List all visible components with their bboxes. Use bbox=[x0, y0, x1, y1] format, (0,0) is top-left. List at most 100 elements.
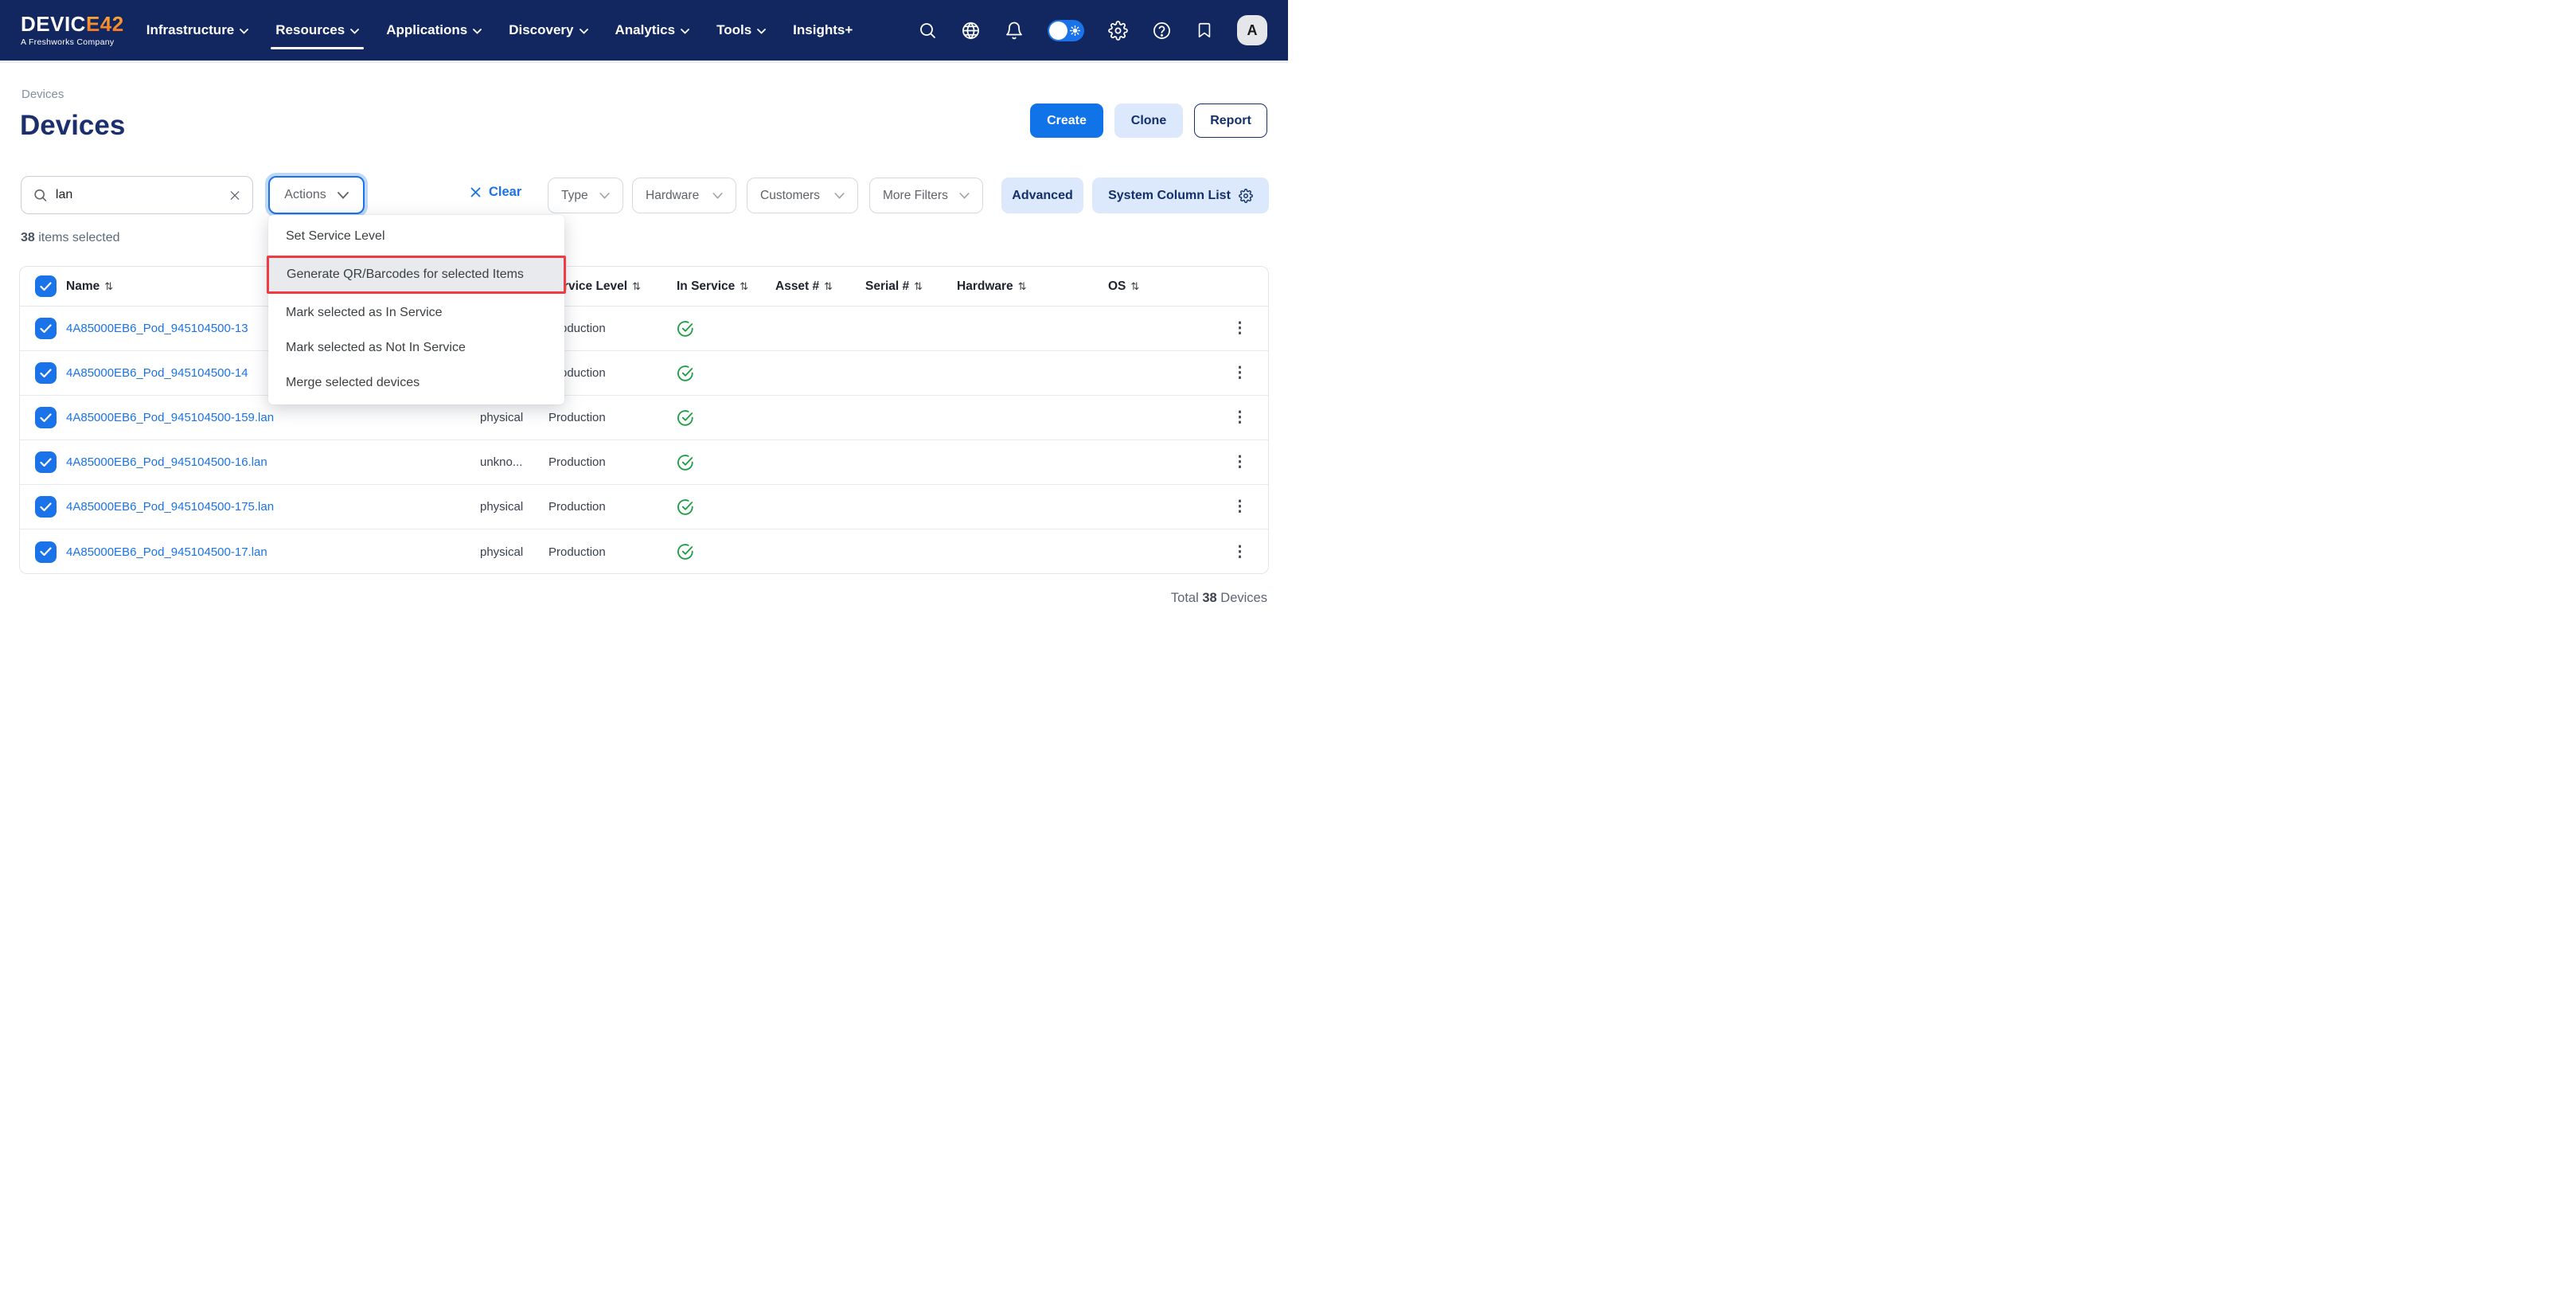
search-icon bbox=[33, 187, 48, 203]
filter-label: More Filters bbox=[883, 189, 948, 203]
check-icon bbox=[40, 502, 52, 512]
menu-item-generate-qr-barcodes[interactable]: Generate QR/Barcodes for selected Items bbox=[267, 256, 566, 294]
filter-more-filters[interactable]: More Filters bbox=[869, 178, 983, 213]
system-column-list-label: System Column List bbox=[1108, 189, 1231, 203]
menu-item-mark-in-service[interactable]: Mark selected as In Service bbox=[268, 295, 564, 330]
row-menu-kebab[interactable]: ⋮ bbox=[1232, 365, 1247, 381]
menu-applications[interactable]: Applications bbox=[386, 14, 482, 46]
chevron-down-icon bbox=[757, 29, 766, 34]
chevron-down-icon bbox=[834, 193, 845, 199]
menu-label: Insights+ bbox=[793, 22, 853, 38]
check-icon bbox=[40, 413, 52, 423]
row-checkbox[interactable] bbox=[35, 541, 57, 563]
clone-button[interactable]: Clone bbox=[1114, 104, 1183, 138]
in-service-check-icon bbox=[677, 498, 694, 516]
filter-label: Customers bbox=[760, 189, 820, 203]
sort-icon: ⇅ bbox=[1018, 280, 1027, 293]
column-header-in-service[interactable]: In Service⇅ bbox=[677, 279, 775, 294]
row-menu-kebab[interactable]: ⋮ bbox=[1232, 455, 1247, 470]
settings-gear-icon[interactable] bbox=[1108, 21, 1128, 41]
row-menu-kebab[interactable]: ⋮ bbox=[1232, 499, 1247, 514]
advanced-label: Advanced bbox=[1012, 189, 1072, 203]
in-service-check-icon bbox=[677, 320, 694, 338]
table-row: 4A85000EB6_Pod_945104500-16.lan unkno...… bbox=[20, 440, 1268, 485]
device-name-link[interactable]: 4A85000EB6_Pod_945104500-16.lan bbox=[66, 455, 480, 469]
menu-insights[interactable]: Insights+ bbox=[793, 14, 853, 46]
globe-icon[interactable] bbox=[961, 21, 981, 41]
device42-logo[interactable]: DEVICE42 A Freshworks Company bbox=[21, 14, 124, 47]
selection-count-text: items selected bbox=[35, 231, 120, 244]
check-icon bbox=[40, 458, 52, 467]
chevron-down-icon bbox=[350, 29, 359, 34]
system-column-list-button[interactable]: System Column List bbox=[1092, 178, 1269, 213]
clear-selection-button[interactable]: Clear bbox=[470, 185, 521, 200]
sort-icon: ⇅ bbox=[914, 280, 923, 293]
device-name-link[interactable]: 4A85000EB6_Pod_945104500-17.lan bbox=[66, 545, 480, 559]
column-header-service-level[interactable]: Service Level⇅ bbox=[548, 279, 677, 294]
device-type: physical bbox=[480, 411, 548, 424]
menu-item-mark-not-in-service[interactable]: Mark selected as Not In Service bbox=[268, 330, 564, 365]
device-name-link[interactable]: 4A85000EB6_Pod_945104500-159.lan bbox=[66, 411, 480, 424]
advanced-button[interactable]: Advanced bbox=[1001, 178, 1083, 213]
column-header-hardware[interactable]: Hardware⇅ bbox=[957, 279, 1108, 294]
help-icon[interactable] bbox=[1152, 21, 1172, 41]
select-all-checkbox[interactable] bbox=[35, 275, 57, 297]
top-navbar: DEVICE42 A Freshworks Company Infrastruc… bbox=[0, 0, 1288, 63]
filter-hardware[interactable]: Hardware bbox=[632, 178, 736, 213]
device-type: unkno... bbox=[480, 455, 548, 469]
device-name-link[interactable]: 4A85000EB6_Pod_945104500-175.lan bbox=[66, 500, 480, 514]
page-actions: Create Clone Report bbox=[1030, 104, 1267, 138]
column-header-asset[interactable]: Asset #⇅ bbox=[775, 279, 865, 294]
sort-icon: ⇅ bbox=[740, 280, 748, 293]
logo-number: E42 bbox=[86, 12, 124, 36]
check-icon bbox=[40, 324, 52, 334]
menu-analytics[interactable]: Analytics bbox=[615, 14, 690, 46]
create-button[interactable]: Create bbox=[1030, 104, 1103, 138]
main-menu: Infrastructure Resources Applications Di… bbox=[146, 14, 853, 46]
service-level: Production bbox=[548, 322, 677, 335]
sort-icon: ⇅ bbox=[1130, 280, 1139, 293]
search-icon[interactable] bbox=[918, 21, 937, 40]
menu-infrastructure[interactable]: Infrastructure bbox=[146, 14, 249, 46]
filter-customers[interactable]: Customers bbox=[747, 178, 858, 213]
breadcrumb[interactable]: Devices bbox=[21, 88, 64, 101]
service-level: Production bbox=[548, 500, 677, 514]
row-checkbox[interactable] bbox=[35, 451, 57, 473]
service-level: Production bbox=[548, 411, 677, 424]
filter-type[interactable]: Type bbox=[548, 178, 623, 213]
row-menu-kebab[interactable]: ⋮ bbox=[1232, 545, 1247, 560]
row-checkbox[interactable] bbox=[35, 496, 57, 518]
notifications-bell-icon[interactable] bbox=[1005, 21, 1024, 41]
toggle-knob bbox=[1049, 21, 1067, 40]
bookmark-icon[interactable] bbox=[1196, 21, 1213, 40]
report-button[interactable]: Report bbox=[1194, 104, 1267, 138]
table-header: Name⇅ Type⇅ Service Level⇅ In Service⇅ A… bbox=[20, 267, 1268, 307]
chevron-down-icon bbox=[712, 193, 723, 199]
menu-label: Resources bbox=[275, 22, 345, 38]
column-header-serial[interactable]: Serial #⇅ bbox=[865, 279, 957, 294]
row-checkbox[interactable] bbox=[35, 407, 57, 428]
search-input[interactable] bbox=[56, 188, 221, 202]
row-checkbox[interactable] bbox=[35, 362, 57, 384]
selection-count: 38 items selected bbox=[21, 231, 120, 245]
page-title: Devices bbox=[20, 110, 125, 142]
menu-item-merge-selected-devices[interactable]: Merge selected devices bbox=[268, 365, 564, 400]
clear-search-icon[interactable] bbox=[228, 189, 241, 202]
menu-tools[interactable]: Tools bbox=[716, 14, 766, 46]
clear-x-icon bbox=[470, 186, 482, 198]
row-menu-kebab[interactable]: ⋮ bbox=[1232, 321, 1247, 336]
chevron-down-icon bbox=[338, 192, 349, 199]
row-menu-kebab[interactable]: ⋮ bbox=[1232, 410, 1247, 425]
service-level: Production bbox=[548, 455, 677, 469]
actions-dropdown-button[interactable]: Actions bbox=[268, 176, 365, 214]
chevron-down-icon bbox=[240, 29, 248, 34]
menu-discovery[interactable]: Discovery bbox=[509, 14, 587, 46]
in-service-check-icon bbox=[677, 543, 694, 561]
column-header-os[interactable]: OS⇅ bbox=[1108, 279, 1212, 294]
user-avatar[interactable]: A bbox=[1237, 15, 1267, 45]
row-checkbox[interactable] bbox=[35, 318, 57, 339]
menu-item-set-service-level[interactable]: Set Service Level bbox=[268, 219, 564, 254]
check-icon bbox=[40, 369, 52, 378]
theme-toggle[interactable] bbox=[1048, 20, 1084, 41]
menu-resources[interactable]: Resources bbox=[275, 14, 359, 46]
